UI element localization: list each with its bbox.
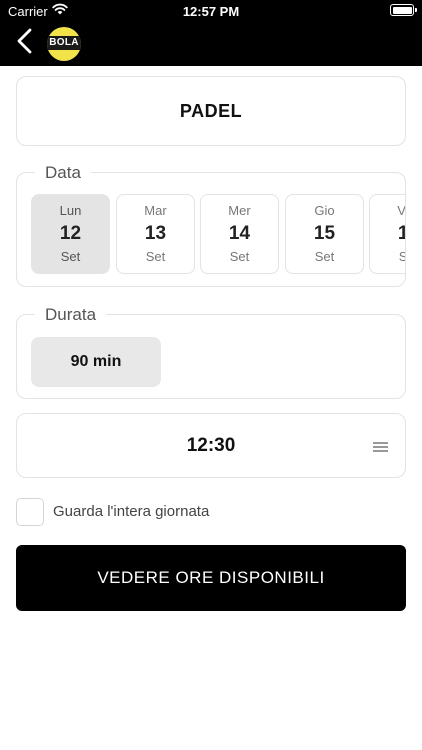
- lines-icon: [373, 442, 388, 452]
- battery-icon: [390, 4, 417, 16]
- duration-label: Durata: [35, 305, 107, 325]
- day-option[interactable]: Lun 12 Set: [31, 194, 110, 274]
- duration-card: Durata 90 min: [16, 305, 406, 399]
- chevron-left-icon[interactable]: [14, 28, 36, 54]
- day-list: Lun 12 Set Mar 13 Set Mer 14 Set Gio 15 …: [31, 194, 405, 274]
- full-day-row: Guarda l'intera giornata: [16, 498, 316, 526]
- duration-option[interactable]: 90 min: [31, 337, 161, 387]
- app-logo: BOLA: [47, 27, 81, 61]
- full-day-checkbox[interactable]: [16, 498, 44, 526]
- time-picker[interactable]: 12:30: [16, 413, 406, 478]
- top-bar: Carrier 12:57 PM BOLA: [0, 0, 422, 66]
- date-card: Data Lun 12 Set Mar 13 Set Mer 14 Set Gi…: [16, 163, 406, 287]
- show-available-hours-button[interactable]: VEDERE ORE DISPONIBILI: [16, 545, 406, 611]
- status-time: 12:57 PM: [182, 4, 240, 19]
- sport-card: PADEL: [16, 76, 406, 146]
- time-value: 12:30: [186, 435, 236, 456]
- day-option[interactable]: Mar 13 Set: [116, 194, 195, 274]
- day-option[interactable]: Ven 16 Set: [369, 194, 405, 274]
- day-option[interactable]: Mer 14 Set: [200, 194, 279, 274]
- full-day-label[interactable]: Guarda l'intera giornata: [53, 503, 209, 520]
- sport-title: PADEL: [179, 101, 243, 121]
- logo-text: BOLA: [49, 37, 79, 48]
- status-bar: Carrier 12:57 PM: [0, 0, 422, 22]
- day-option[interactable]: Gio 15 Set: [285, 194, 364, 274]
